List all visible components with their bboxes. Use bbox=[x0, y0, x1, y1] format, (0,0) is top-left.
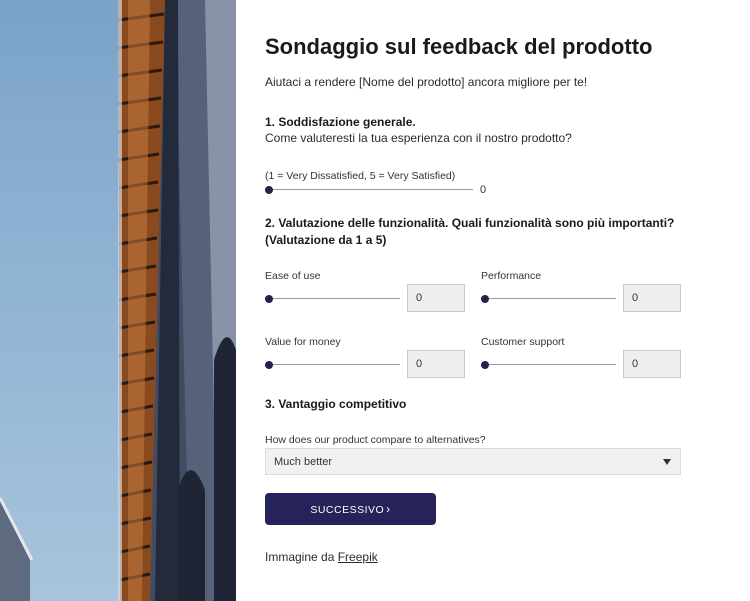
q2-heading-line2: (Valutazione da 1 a 5) bbox=[265, 233, 387, 247]
image-credit-prefix: Immagine da bbox=[265, 550, 335, 564]
slider-track bbox=[481, 298, 616, 299]
performance-input[interactable]: 0 bbox=[623, 284, 681, 312]
ease-of-use-slider[interactable] bbox=[265, 293, 400, 305]
slider-track bbox=[265, 364, 400, 365]
q1-question: Come valuteresti la tua esperienza con i… bbox=[265, 131, 572, 145]
slider-thumb[interactable] bbox=[481, 361, 489, 369]
slider-track bbox=[481, 364, 616, 365]
slider-thumb[interactable] bbox=[265, 361, 273, 369]
q2-heading-line1: 2. Valutazione delle funzionalità. Quali… bbox=[265, 216, 675, 230]
slider-thumb[interactable] bbox=[265, 295, 273, 303]
performance-label: Performance bbox=[481, 270, 542, 282]
freepik-link[interactable]: Freepik bbox=[338, 550, 378, 564]
customer-support-input[interactable]: 0 bbox=[623, 350, 681, 378]
building-photo bbox=[0, 0, 236, 601]
comparison-select[interactable]: Much better bbox=[265, 448, 681, 475]
value-for-money-input[interactable]: 0 bbox=[407, 350, 465, 378]
q3-question: How does our product compare to alternat… bbox=[265, 434, 486, 446]
ease-of-use-label: Ease of use bbox=[265, 270, 321, 282]
value-for-money-slider[interactable] bbox=[265, 359, 400, 371]
next-button[interactable]: SUCCESSIVO › bbox=[265, 493, 436, 525]
performance-slider[interactable] bbox=[481, 293, 616, 305]
q3-heading: 3. Vantaggio competitivo bbox=[265, 397, 407, 411]
customer-support-label: Customer support bbox=[481, 336, 565, 348]
next-button-label: SUCCESSIVO bbox=[310, 504, 385, 516]
slider-track bbox=[265, 189, 473, 190]
slider-track bbox=[265, 298, 400, 299]
value-for-money-label: Value for money bbox=[265, 336, 341, 348]
q1-scale-hint: (1 = Very Dissatisfied, 5 = Very Satisfi… bbox=[265, 170, 456, 182]
page-title: Sondaggio sul feedback del prodotto bbox=[265, 34, 653, 59]
q1-slider[interactable] bbox=[265, 184, 473, 196]
q1-heading: 1. Soddisfazione generale. bbox=[265, 115, 416, 129]
image-credit: Immagine da Freepik bbox=[265, 550, 378, 564]
comparison-select-value: Much better bbox=[274, 456, 333, 468]
q2-heading: 2. Valutazione delle funzionalità. Quali… bbox=[265, 215, 735, 249]
chevron-right-icon: › bbox=[386, 502, 391, 516]
slider-thumb[interactable] bbox=[265, 186, 273, 194]
slider-thumb[interactable] bbox=[481, 295, 489, 303]
ease-of-use-input[interactable]: 0 bbox=[407, 284, 465, 312]
dropdown-arrow-icon bbox=[663, 459, 671, 465]
q1-slider-value: 0 bbox=[480, 184, 487, 196]
customer-support-slider[interactable] bbox=[481, 359, 616, 371]
page-subtitle: Aiutaci a rendere [Nome del prodotto] an… bbox=[265, 75, 588, 89]
